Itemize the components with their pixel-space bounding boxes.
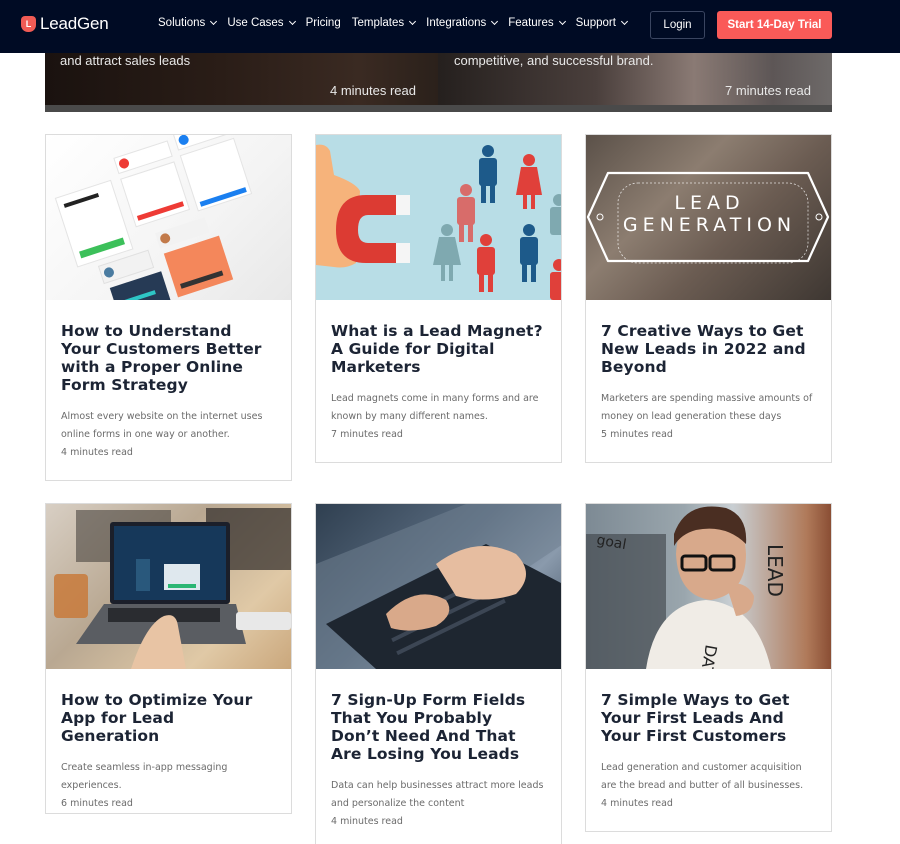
menu-label: Integrations [426,17,487,29]
article-title[interactable]: 7 Sign-Up Form Fields That You Probably … [331,691,546,763]
man-writing-glass-photo: LEAD DATABASE goal [586,506,787,669]
article-card[interactable]: How to Optimize Your App for Lead Genera… [45,503,292,814]
menu-label: Templates [351,17,405,29]
article-image-typing-laptop[interactable] [316,504,561,669]
featured-read-time: 4 minutes read [330,83,416,98]
chevron-down-icon [409,17,417,26]
article-read-time: 4 minutes read [331,816,403,827]
featured-excerpt: competitive, and successful brand. [454,53,654,68]
article-card[interactable]: 7 Sign-Up Form Fields That You Probably … [315,503,562,844]
article-description: Lead magnets come in many forms and are … [331,393,539,422]
article-card[interactable]: LEAD DATABASE goal 7 Simple Ways to Get … [585,503,832,832]
chevron-down-icon [558,17,566,26]
main-menu: Solutions Use Cases Pricing Templates In… [158,17,638,29]
chevron-down-icon [288,17,296,26]
chevron-down-icon [620,17,628,26]
article-image-glass-board[interactable]: LEAD DATABASE goal [586,504,831,669]
typing-photo [316,504,561,669]
logo-shield-icon: L [21,16,36,32]
lead-generation-caption: LEAD GENERATION [586,192,831,236]
menu-label: Use Cases [227,17,284,29]
menu-item-support[interactable]: Support [575,17,628,29]
article-description: Data can help businesses attract more le… [331,780,544,809]
menu-label: Features [508,17,554,29]
article-card[interactable]: LEAD GENERATION 7 Creative Ways to Get N… [585,134,832,463]
forms-collage-illustration [54,135,253,300]
magnet-illustration [316,144,561,300]
article-read-time: 7 minutes read [331,429,403,440]
article-image-laptop-app[interactable] [46,504,291,669]
article-description: Lead generation and customer acquisition… [601,762,804,791]
featured-divider-bar [45,105,832,112]
article-read-time: 4 minutes read [61,447,133,458]
article-image-lead-generation[interactable]: LEAD GENERATION [586,135,831,300]
article-read-time: 4 minutes read [601,798,673,809]
caption-line: GENERATION [622,214,797,236]
menu-item-features[interactable]: Features [508,17,566,29]
article-title[interactable]: 7 Simple Ways to Get Your First Leads An… [601,691,816,745]
article-title[interactable]: How to Understand Your Customers Better … [61,322,276,394]
svg-text:LEAD: LEAD [763,544,787,597]
laptop-photo [54,508,291,669]
article-image-online-forms[interactable] [46,135,291,300]
menu-label: Support [575,17,616,29]
article-description: Create seamless in-app messaging experie… [61,762,228,791]
menu-item-templates[interactable]: Templates [351,17,417,29]
article-card[interactable]: What is a Lead Magnet? A Guide for Digit… [315,134,562,463]
article-read-time: 6 minutes read [61,798,133,809]
chevron-down-icon [491,17,499,26]
article-read-time: 5 minutes read [601,429,673,440]
top-navigation: L LeadGen Solutions Use Cases Pricing Te… [0,0,900,53]
menu-item-integrations[interactable]: Integrations [426,17,499,29]
article-title[interactable]: How to Optimize Your App for Lead Genera… [61,691,276,745]
start-trial-button[interactable]: Start 14-Day Trial [717,11,832,39]
menu-item-use-cases[interactable]: Use Cases [227,17,296,29]
menu-item-solutions[interactable]: Solutions [158,17,218,29]
chevron-down-icon [210,17,218,26]
featured-read-time: 7 minutes read [725,83,811,98]
logo[interactable]: L LeadGen [21,14,109,34]
menu-label: Solutions [158,17,206,29]
login-button[interactable]: Login [650,11,705,39]
article-card[interactable]: How to Understand Your Customers Better … [45,134,292,481]
menu-item-pricing[interactable]: Pricing [306,17,341,29]
article-description: Marketers are spending massive amounts o… [601,393,813,422]
featured-excerpt: and attract sales leads [60,53,191,68]
logo-text: LeadGen [40,14,109,33]
article-description: Almost every website on the internet use… [61,411,263,440]
page: and attract sales leads 4 minutes read c… [0,0,900,844]
menu-label: Pricing [305,17,341,29]
article-title[interactable]: What is a Lead Magnet? A Guide for Digit… [331,322,546,376]
caption-line: LEAD [674,192,745,214]
article-image-lead-magnet[interactable] [316,135,561,300]
article-title[interactable]: 7 Creative Ways to Get New Leads in 2022… [601,322,816,376]
